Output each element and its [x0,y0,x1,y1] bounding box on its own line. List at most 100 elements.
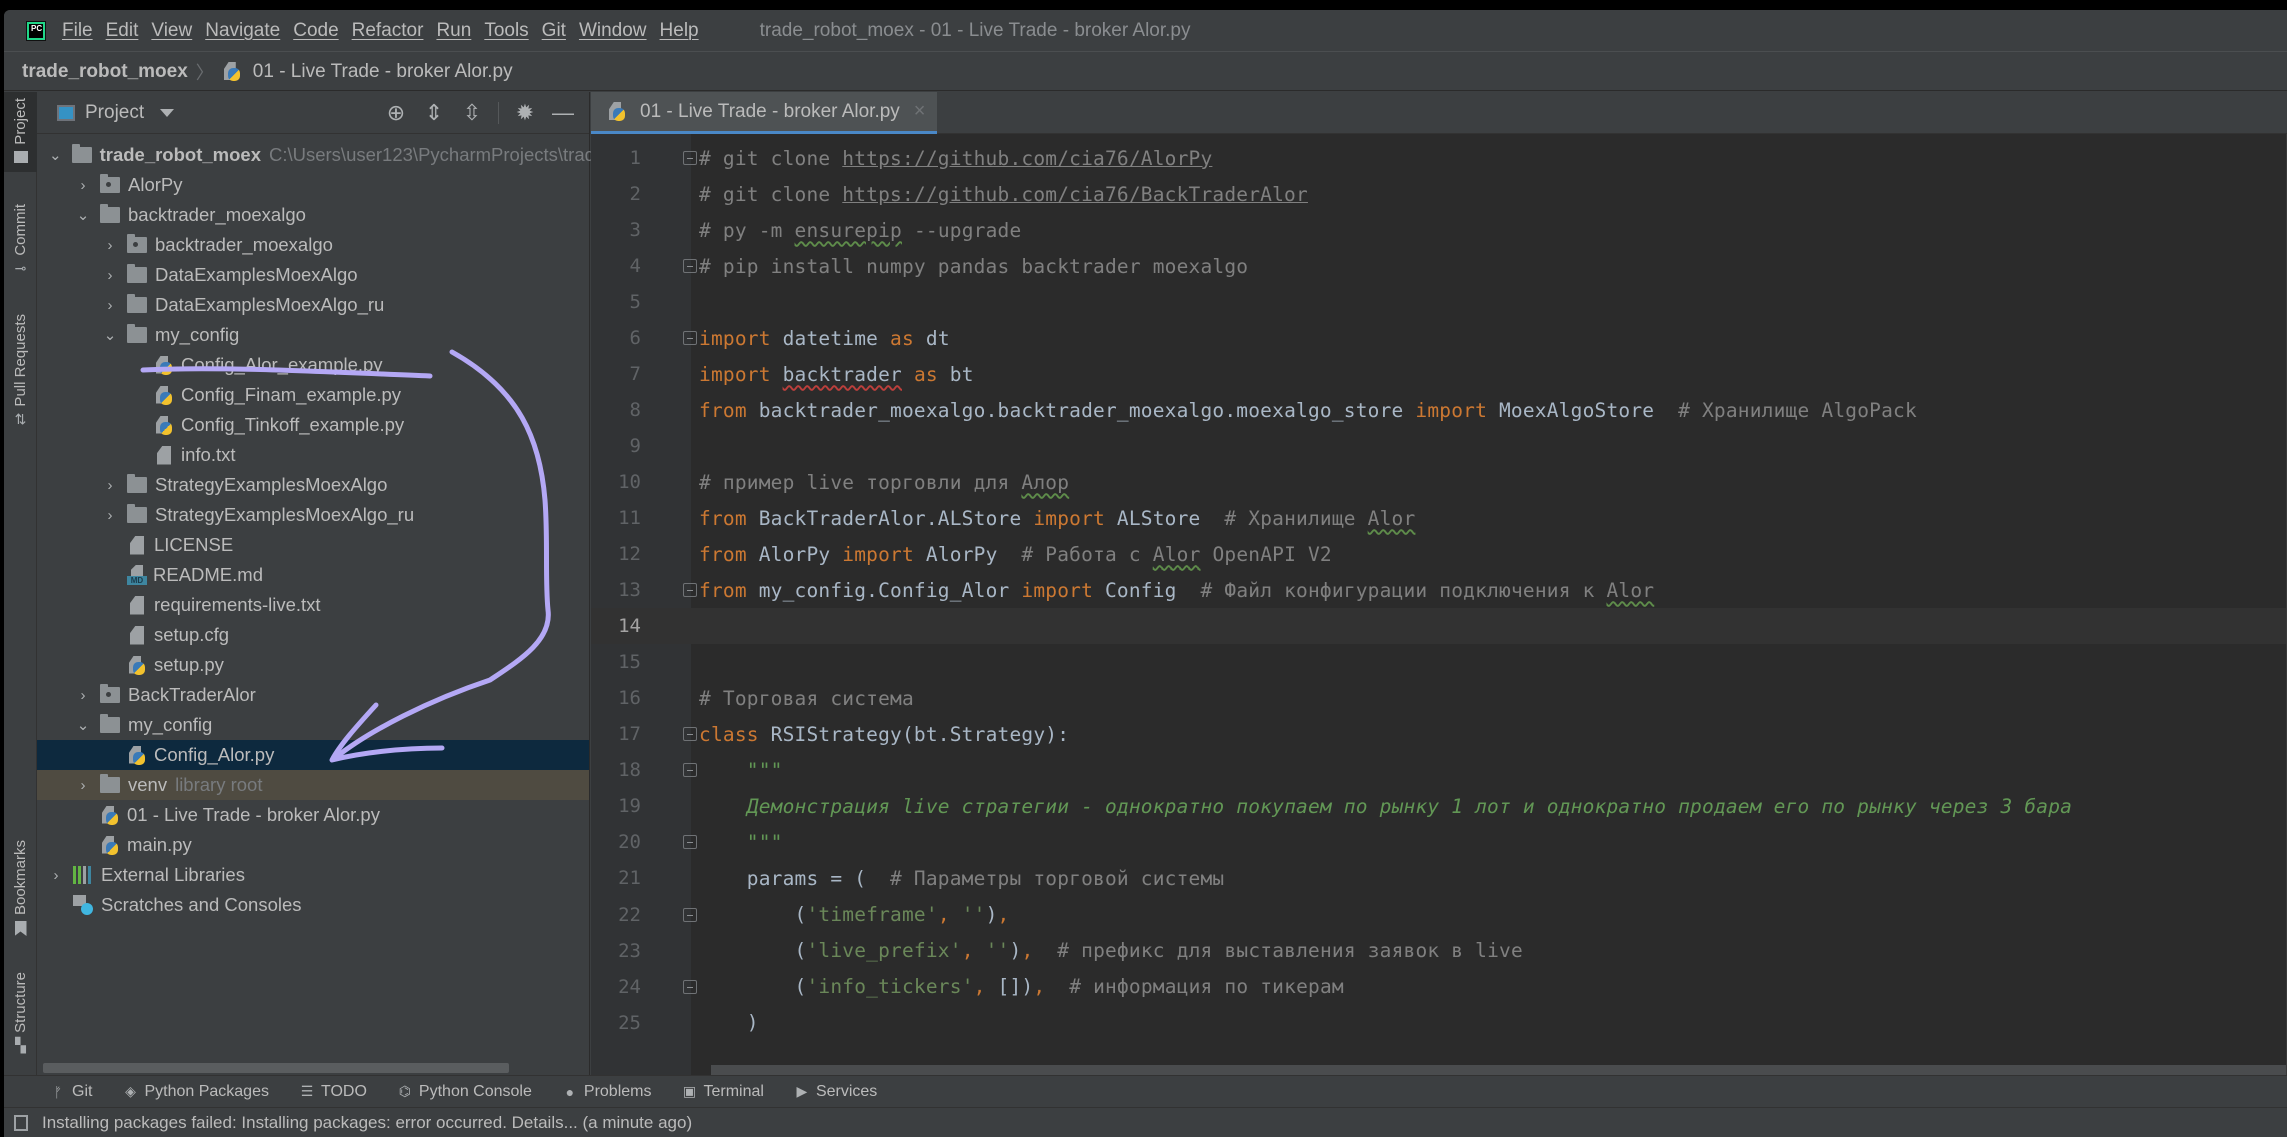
code-line[interactable]: 13 from my_config.Config_Alor import Conf… [591,572,2287,608]
tree-item[interactable]: › backtrader_moexalgo [37,230,589,260]
chevron-right-icon[interactable]: › [49,867,63,884]
tool-window-todo[interactable]: ☰ TODO [299,1083,367,1101]
code-line[interactable]: 18 """ [591,752,2287,788]
code-line[interactable]: 8 from backtrader_moexalgo.backtrader_moe… [591,392,2287,428]
menu-help[interactable]: Help [660,20,699,42]
code-line[interactable]: 25 ) [591,1005,2287,1041]
code-line[interactable]: 5 [591,284,2287,320]
chevron-down-icon[interactable]: ⌄ [76,206,90,224]
tool-window-problems[interactable]: ● Problems [562,1083,652,1101]
chevron-right-icon[interactable]: › [103,477,117,494]
tree-item[interactable]: ›Config_Finam_example.py [37,380,589,410]
code-line[interactable]: 24 ('info_tickers', []), # информация по… [591,969,2287,1005]
chevron-right-icon[interactable]: › [103,507,117,524]
dropdown-caret-icon[interactable] [160,108,175,117]
menu-run[interactable]: Run [436,20,471,42]
code-line[interactable]: 16 # Торговая система [591,680,2287,716]
tree-item[interactable]: ›setup.cfg [37,620,589,650]
menu-view[interactable]: View [151,20,192,42]
chevron-right-icon[interactable]: › [76,177,90,194]
chevron-right-icon[interactable]: › [76,777,90,794]
fold-marker-icon[interactable] [683,907,697,922]
tree-item[interactable]: ›requirements-live.txt [37,590,589,620]
code-line[interactable]: 20 """ [591,824,2287,860]
tree-item[interactable]: › External Libraries [37,860,589,890]
expand-all-icon[interactable]: ⇕ [422,101,446,125]
tree-item[interactable]: ⌄ backtrader_moexalgo [37,200,589,230]
fold-marker-icon[interactable] [683,835,697,850]
menu-edit[interactable]: Edit [106,20,139,42]
menu-tools[interactable]: Tools [484,20,528,42]
tree-item[interactable]: ⌄ my_config [37,710,589,740]
chevron-right-icon[interactable]: › [103,267,117,284]
tree-item[interactable]: › venv library root [37,770,589,800]
tool-window-terminal[interactable]: ▣ Terminal [681,1083,764,1101]
fold-marker-icon[interactable] [683,259,697,274]
tree-item[interactable]: › StrategyExamplesMoexAlgo_ru [37,500,589,530]
code-token-url[interactable]: https://github.com/cia76/BackTraderAlor [842,183,1308,206]
code-line[interactable]: 6 import datetime as dt [591,320,2287,356]
menu-window[interactable]: Window [579,20,647,42]
tree-item[interactable]: ›Scratches and Consoles [37,890,589,920]
chevron-down-icon[interactable]: ⌄ [76,716,90,734]
breadcrumb-project[interactable]: trade_robot_moex [22,61,188,83]
stripe-pull-requests[interactable]: Pull Requests ⇅ [4,314,37,444]
code-line[interactable]: 1 # git clone https://github.com/cia76/Al… [591,140,2287,176]
locate-icon[interactable]: ⊕ [384,101,408,125]
tree-item[interactable]: ⌄ my_config [37,320,589,350]
code-line[interactable]: 9 [591,428,2287,464]
stripe-bookmarks[interactable]: Bookmarks [4,840,37,950]
chevron-right-icon[interactable]: › [103,297,117,314]
code-line[interactable]: 23 ('live_prefix', ''), # префикс для вы… [591,933,2287,969]
chevron-right-icon[interactable]: › [76,687,90,704]
code-line[interactable]: 12 from AlorPy import AlorPy # Работа с A… [591,536,2287,572]
chevron-right-icon[interactable]: › [103,237,117,254]
chevron-down-icon[interactable]: ⌄ [103,326,117,344]
code-line[interactable]: 2 # git clone https://github.com/cia76/Ba… [591,176,2287,212]
tree-item[interactable]: ›Config_Alor.py [37,740,589,770]
minimize-icon[interactable]: — [551,101,575,125]
tree-item[interactable]: › DataExamplesMoexAlgo [37,260,589,290]
code-line[interactable]: 19 Демонстрация live стратегии - однокра… [591,788,2287,824]
tree-item[interactable]: ⌄ trade_robot_moex C:\Users\user123\Pychar… [37,140,615,170]
stripe-commit[interactable]: Commit ⊸ [4,204,37,290]
tree-item[interactable]: ›README.md [37,560,589,590]
code-line[interactable]: 15 [591,644,2287,680]
tool-window-git[interactable]: ᚠ Git [50,1083,93,1101]
menu-refactor[interactable]: Refactor [352,20,424,42]
fold-marker-icon[interactable] [683,979,697,994]
tree-item[interactable]: ›LICENSE [37,530,589,560]
code-line[interactable]: 7 import backtrader as bt [591,356,2287,392]
code-line[interactable]: 10 # пример live торговли для Алор [591,464,2287,500]
breadcrumb-file[interactable]: 01 - Live Trade - broker Alor.py [222,61,513,83]
fold-marker-icon[interactable] [683,331,697,346]
tree-item[interactable]: › StrategyExamplesMoexAlgo [37,470,589,500]
code-line[interactable]: 3 # py -m ensurepip --upgrade [591,212,2287,248]
collapse-all-icon[interactable]: ⇳ [460,101,484,125]
menu-file[interactable]: File [62,20,93,42]
tab-live-trade[interactable]: 01 - Live Trade - broker Alor.py × [591,92,938,134]
tool-window-python-packages[interactable]: ◈ Python Packages [122,1083,269,1101]
tree-item[interactable]: ›Config_Alor_example.py [37,350,589,380]
tree-item[interactable]: › AlorPy [37,170,589,200]
code-line[interactable]: 4 # pip install numpy pandas backtrader m… [591,248,2287,284]
fold-marker-icon[interactable] [683,763,697,778]
code-line[interactable]: 17 class RSIStrategy(bt.Strategy): [591,716,2287,752]
tree-item[interactable]: › DataExamplesMoexAlgo_ru [37,290,589,320]
code-line[interactable]: 21 params = ( # Параметры торговой систе… [591,860,2287,896]
tool-window-python-console[interactable]: ⌬ Python Console [397,1083,532,1101]
code-line[interactable]: 14 [591,608,2287,645]
fold-marker-icon[interactable] [683,583,697,598]
menu-navigate[interactable]: Navigate [205,20,280,42]
project-view-selector[interactable]: Project [85,102,144,124]
status-message[interactable]: Installing packages failed: Installing p… [42,1113,692,1133]
close-tab-icon[interactable]: × [914,100,926,123]
fold-marker-icon[interactable] [683,727,697,742]
stripe-structure[interactable]: Structure ▚ [4,972,37,1072]
code-token-url[interactable]: https://github.com/cia76/AlorPy [842,147,1212,170]
project-horizontal-scrollbar[interactable] [43,1063,509,1073]
tool-window-services[interactable]: ▶ Services [794,1083,878,1101]
tree-item[interactable]: ›main.py [37,830,589,860]
tree-item[interactable]: ›setup.py [37,650,589,680]
fold-marker-icon[interactable] [683,151,697,165]
